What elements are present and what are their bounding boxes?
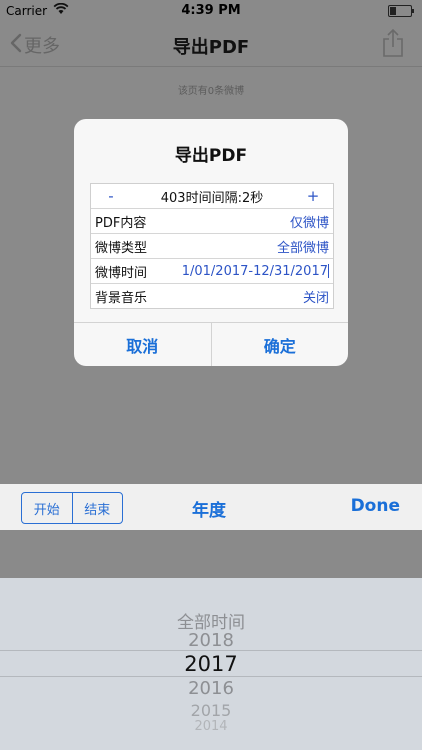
interval-label: 403时间间隔:2秒 (160, 190, 264, 206)
share-icon[interactable] (382, 28, 404, 62)
weibo-type-row[interactable]: 微博类型 全部微博 (91, 234, 333, 259)
weibo-type-value: 全部微博 (276, 240, 329, 256)
dialog-buttons: 取消 确定 (74, 322, 348, 366)
pdf-content-value: 仅微博 (289, 215, 329, 231)
picker-selection-line-bottom (0, 676, 422, 677)
increase-interval-button[interactable]: + (293, 187, 333, 205)
picker-item[interactable]: 2014 (0, 719, 422, 734)
done-button[interactable]: Done (351, 496, 400, 516)
page-title: 导出PDF (172, 37, 250, 58)
background-music-label: 背景音乐 (95, 290, 148, 306)
segment-end[interactable]: 结束 (73, 493, 123, 523)
pdf-content-row[interactable]: PDF内容 仅微博 (91, 209, 333, 234)
confirm-button[interactable]: 确定 (212, 323, 349, 366)
status-time: 4:39 PM (181, 3, 241, 18)
picker-item[interactable]: 2015 (0, 701, 422, 720)
picker-item[interactable]: 2016 (0, 678, 422, 699)
picker-title: 年度 (192, 501, 226, 521)
weibo-time-value: 1/01/2017-12/31/2017 (181, 263, 328, 279)
picker-item-selected[interactable]: 2017 (0, 652, 422, 676)
weibo-count-note: 该页有0条微博 (177, 86, 245, 97)
start-end-segmented-control: 开始 结束 (21, 492, 123, 524)
picker-item[interactable]: 2018 (0, 630, 422, 651)
weibo-type-label: 微博类型 (95, 240, 148, 256)
battery-icon (388, 5, 414, 17)
status-bar: Carrier 4:39 PM (0, 0, 422, 22)
export-pdf-dialog: 导出PDF - 403时间间隔:2秒 + PDF内容 仅微博 微博类型 全部微博… (74, 119, 348, 366)
background-music-row[interactable]: 背景音乐 关闭 (91, 284, 333, 308)
navigation-bar: 更多 导出PDF (0, 22, 422, 67)
cancel-button[interactable]: 取消 (74, 323, 212, 366)
segment-start[interactable]: 开始 (22, 493, 73, 523)
pdf-content-label: PDF内容 (95, 215, 147, 231)
weibo-time-label: 微博时间 (95, 265, 148, 281)
picker-toolbar: 开始 结束 年度 Done (0, 484, 422, 530)
decrease-interval-button[interactable]: - (91, 187, 131, 205)
background-music-value: 关闭 (302, 290, 329, 306)
text-cursor (328, 264, 329, 278)
weibo-time-field[interactable]: 1/01/2017-12/31/2017 (182, 264, 333, 279)
settings-table: - 403时间间隔:2秒 + PDF内容 仅微博 微博类型 全部微博 微博时间 … (90, 183, 334, 309)
year-picker[interactable]: 全部时间 2018 2017 2016 2015 2014 (0, 578, 422, 750)
dialog-title: 导出PDF (174, 146, 248, 166)
interval-stepper: - 403时间间隔:2秒 + (91, 184, 333, 209)
weibo-time-row[interactable]: 微博时间 1/01/2017-12/31/2017 (91, 259, 333, 284)
